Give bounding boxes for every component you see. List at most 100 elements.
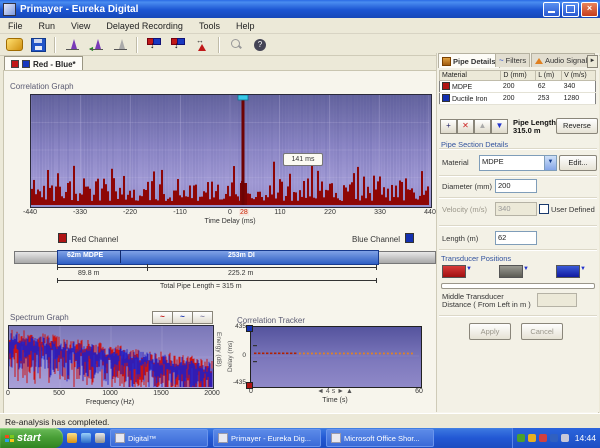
corr-tick: -440: [13, 209, 47, 216]
chevron-down-icon[interactable]: ▼: [544, 156, 556, 170]
taskbar-task-office[interactable]: Microsoft Office Shor...: [326, 429, 434, 447]
title-bar[interactable]: Primayer - Eureka Digital ×: [0, 0, 600, 18]
spec-tick: 1500: [144, 390, 178, 397]
tracker-xtick: 0: [234, 388, 268, 395]
apply-button[interactable]: Apply: [469, 323, 511, 340]
tab-label: Red - Blue*: [33, 60, 76, 69]
cursor-readout: 141 ms: [283, 153, 323, 166]
quick-launch-icon-1[interactable]: [67, 433, 77, 443]
task-icon: [115, 433, 125, 443]
red-channel-legend: Red Channel: [58, 229, 118, 247]
new-correlation-icon: [6, 38, 23, 51]
red-transducer-arrow-icon[interactable]: ▼: [466, 266, 472, 272]
tray-icon-3[interactable]: [539, 434, 547, 442]
corr-tick: 220: [313, 209, 347, 216]
cancel-button[interactable]: Cancel: [521, 323, 563, 340]
peak-button[interactable]: [61, 36, 83, 54]
menu-view[interactable]: View: [63, 20, 98, 32]
tray-icon-4[interactable]: [550, 434, 558, 442]
peak-marker-button[interactable]: ◄: [85, 36, 107, 54]
tracker-xlabel: Time (s): [315, 397, 355, 404]
pipe-highlight[interactable]: [57, 250, 379, 265]
middle-transducer-marker[interactable]: [144, 264, 151, 271]
length-field[interactable]: 62: [495, 231, 537, 245]
peak-zoom-button[interactable]: [109, 36, 131, 54]
tracker-ylabel: Delay (ms): [227, 341, 234, 372]
windows-flag-icon: [5, 435, 14, 442]
edit-material-button[interactable]: Edit...: [559, 155, 597, 171]
user-defined-label: User Defined: [551, 205, 595, 214]
download-blue-button[interactable]: ↓: [167, 36, 189, 54]
download-red-button[interactable]: ↓: [143, 36, 165, 54]
spectrum-graph-title: Spectrum Graph: [10, 313, 69, 322]
quick-launch-icon-2[interactable]: [81, 433, 91, 443]
tracker-controls[interactable]: ◄ 4 s ► ▲: [305, 388, 365, 395]
app-window: Primayer - Eureka Digital × File Run Vie…: [0, 0, 600, 448]
start-button[interactable]: start: [0, 428, 63, 448]
middle-transducer-arrow-icon[interactable]: ▼: [523, 266, 529, 272]
transducer-position-slider[interactable]: [441, 283, 595, 289]
red-channel-chip: [58, 233, 67, 243]
menu-help[interactable]: Help: [228, 20, 263, 32]
tab-red-blue[interactable]: Red - Blue*: [4, 56, 83, 71]
blue-channel-icon: [22, 60, 30, 68]
menu-tools[interactable]: Tools: [191, 20, 228, 32]
maximize-button[interactable]: [562, 2, 579, 17]
menu-file[interactable]: File: [0, 20, 31, 32]
dimension-line-total: [57, 280, 377, 281]
status-bar: Re-analysis has completed.: [0, 413, 600, 429]
pipe-segment1-label: 62m MDPE: [67, 252, 103, 259]
user-defined-checkbox[interactable]: [539, 204, 549, 214]
tab-filters[interactable]: ~ Filters: [495, 53, 530, 67]
tray-icon-2[interactable]: [528, 434, 536, 442]
spectrum-plot[interactable]: [8, 325, 214, 389]
pipe-segment2-label: 253m DI: [228, 252, 255, 259]
zoom-button[interactable]: [225, 36, 247, 54]
minimize-button[interactable]: [543, 2, 560, 17]
material-combobox[interactable]: MDPE ▼: [479, 155, 557, 171]
menu-delayed-recording[interactable]: Delayed Recording: [98, 20, 191, 32]
diameter-field[interactable]: 200: [495, 179, 537, 193]
download-blue-icon: ↓: [171, 38, 185, 51]
middle-transducer-swatch[interactable]: [499, 265, 523, 278]
system-tray: 14:44: [512, 428, 600, 448]
show-blue-spectrum-button[interactable]: ~: [172, 311, 193, 324]
correlation-plot[interactable]: 141 ms: [30, 94, 432, 208]
help-button[interactable]: ?: [249, 36, 271, 54]
move-up-button[interactable]: ▲: [474, 119, 491, 134]
taskbar-task-digital[interactable]: Digital™: [110, 429, 208, 447]
transducer-button[interactable]: ↔: [191, 36, 213, 54]
taskbar-task-primayer[interactable]: Primayer - Eureka Dig...: [213, 429, 321, 447]
app-icon: [3, 3, 16, 16]
sort-button[interactable]: ▼: [491, 119, 508, 134]
save-button[interactable]: [27, 36, 49, 54]
peak-icon: [66, 38, 79, 51]
menu-run[interactable]: Run: [31, 20, 64, 32]
show-red-spectrum-button[interactable]: ~: [152, 311, 173, 324]
reverse-button[interactable]: Reverse: [556, 118, 598, 134]
table-row[interactable]: Ductile Iron 200 253 1280: [440, 93, 596, 105]
close-button[interactable]: ×: [581, 2, 598, 17]
spec-tick: 2000: [195, 390, 229, 397]
spec-xlabel: Frequency (Hz): [72, 399, 148, 406]
delete-section-button[interactable]: ✕: [457, 119, 474, 134]
tracker-plot[interactable]: [250, 326, 422, 388]
table-row[interactable]: MDPE 200 62 340: [440, 81, 596, 93]
show-both-spectrum-button[interactable]: ~: [192, 311, 213, 324]
red-transducer-swatch[interactable]: [442, 265, 466, 278]
add-section-button[interactable]: +: [440, 119, 457, 134]
blue-transducer-arrow-icon[interactable]: ▼: [580, 266, 586, 272]
tab-audio-signals[interactable]: Audio Signals: [531, 53, 595, 67]
tab-scroll-right-button[interactable]: ►: [587, 55, 598, 68]
audio-signals-icon: [535, 58, 543, 64]
tray-icon-1[interactable]: [517, 434, 525, 442]
tray-icon-5[interactable]: [561, 434, 569, 442]
zoom-icon: [231, 39, 242, 50]
new-correlation-button[interactable]: [3, 36, 25, 54]
spec-tick: 1000: [93, 390, 127, 397]
spec-tick: 500: [42, 390, 76, 397]
material-table[interactable]: Material D (mm) L (m) V (m/s) MDPE 200 6…: [439, 70, 596, 105]
blue-transducer-swatch[interactable]: [556, 265, 580, 278]
quick-launch-icon-3[interactable]: [95, 433, 105, 443]
tab-pipe-details[interactable]: Pipe Details: [438, 53, 500, 68]
